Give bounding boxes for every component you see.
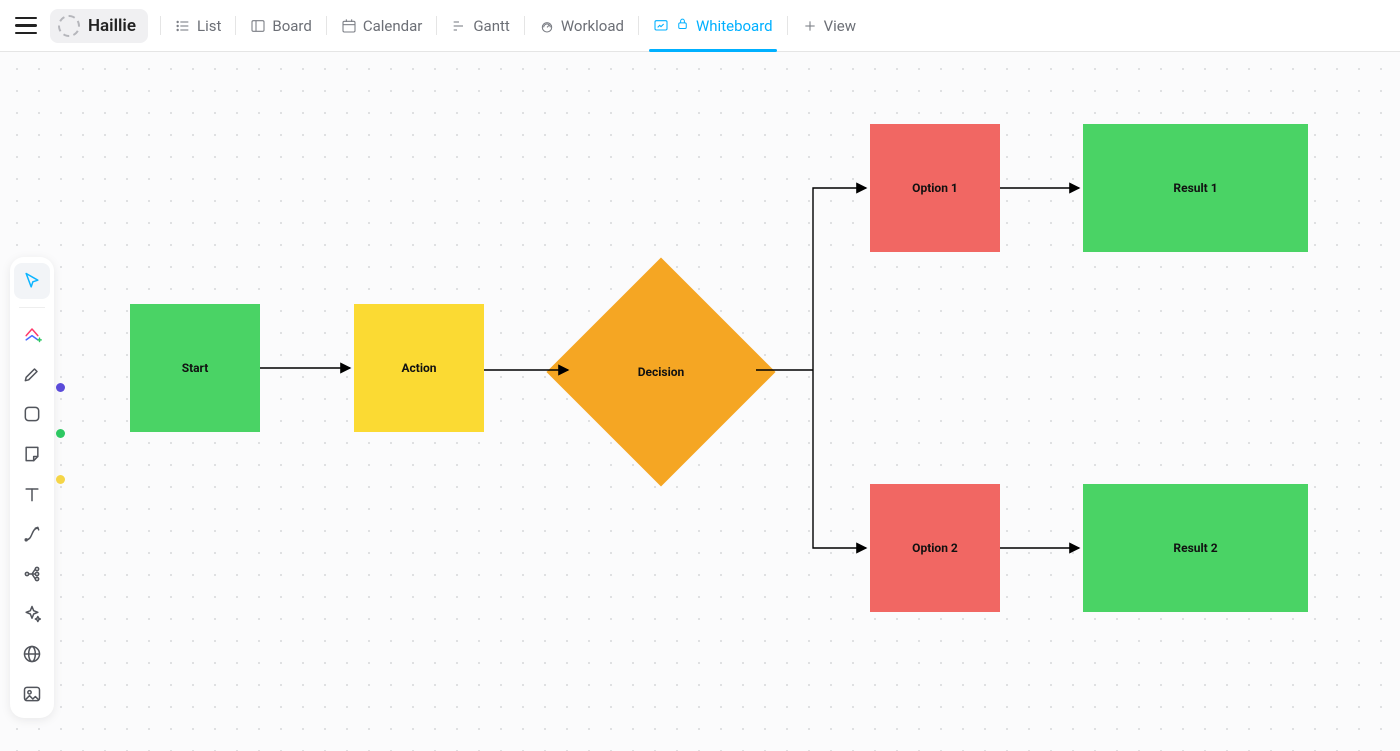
node-label: Result 2	[1173, 541, 1217, 555]
tab-add-view[interactable]: View	[788, 0, 870, 51]
list-icon	[175, 18, 191, 34]
shape-tool[interactable]	[14, 396, 50, 432]
whiteboard-toolbar	[10, 257, 54, 718]
node-option-2[interactable]: Option 2	[870, 484, 1000, 612]
tab-workload[interactable]: Workload	[525, 0, 638, 51]
board-icon	[250, 18, 266, 34]
view-tabs: List Board Calendar Gantt Workload	[160, 0, 870, 51]
node-decision[interactable]: Decision	[566, 277, 756, 467]
node-label: Option 1	[912, 181, 958, 195]
calendar-icon	[341, 18, 357, 34]
clickup-shapes-tool[interactable]	[14, 316, 50, 352]
connector-tool[interactable]	[14, 516, 50, 552]
pointer-icon	[22, 271, 42, 291]
tab-label: Workload	[561, 17, 624, 35]
sparkle-icon	[22, 604, 42, 624]
tab-whiteboard[interactable]: Whiteboard	[639, 0, 787, 51]
lock-icon	[675, 16, 690, 35]
tab-label: List	[197, 17, 221, 35]
tab-label: Gantt	[473, 17, 509, 35]
text-tool[interactable]	[14, 476, 50, 512]
whiteboard-icon	[653, 18, 669, 34]
tab-calendar[interactable]: Calendar	[327, 0, 437, 51]
web-embed-tool[interactable]	[14, 636, 50, 672]
node-option-1[interactable]: Option 1	[870, 124, 1000, 252]
edge-branch-option1	[813, 188, 866, 370]
clickup-icon	[22, 324, 42, 344]
ai-tool[interactable]	[14, 596, 50, 632]
space-avatar-icon	[58, 15, 80, 37]
plus-icon	[802, 18, 818, 34]
image-tool[interactable]	[14, 676, 50, 712]
pen-color-indicator	[56, 383, 65, 392]
shape-icon	[22, 404, 42, 424]
shape-color-indicator	[56, 429, 65, 438]
mindmap-tool[interactable]	[14, 556, 50, 592]
node-label: Decision	[566, 277, 756, 467]
tab-list[interactable]: List	[161, 0, 235, 51]
space-chip[interactable]: Haillie	[50, 9, 148, 43]
sticky-icon	[22, 444, 42, 464]
text-icon	[22, 484, 42, 504]
node-result-1[interactable]: Result 1	[1083, 124, 1308, 252]
pen-icon	[22, 364, 42, 384]
edge-branch-option2	[813, 370, 866, 548]
node-start[interactable]: Start	[130, 304, 260, 432]
whiteboard-canvas[interactable]: Start Action Decision Option 1 Option 2 …	[0, 52, 1400, 751]
top-bar: Haillie List Board Calendar Gantt Worklo…	[0, 0, 1400, 52]
tab-gantt[interactable]: Gantt	[437, 0, 523, 51]
workload-icon	[539, 18, 555, 34]
tab-label: Calendar	[363, 17, 423, 35]
tab-label: View	[824, 17, 856, 35]
menu-toggle-button[interactable]	[12, 12, 40, 40]
connector-icon	[22, 524, 42, 544]
toolbar-separator	[19, 307, 45, 308]
pen-tool[interactable]	[14, 356, 50, 392]
node-action[interactable]: Action	[354, 304, 484, 432]
node-label: Start	[182, 361, 209, 375]
image-icon	[22, 684, 42, 704]
node-label: Action	[401, 361, 436, 375]
node-result-2[interactable]: Result 2	[1083, 484, 1308, 612]
space-name: Haillie	[88, 16, 136, 36]
node-label: Option 2	[912, 541, 958, 555]
globe-icon	[22, 644, 42, 664]
tab-label: Whiteboard	[696, 17, 773, 35]
tab-label: Board	[272, 17, 311, 35]
node-label: Result 1	[1173, 181, 1217, 195]
gantt-icon	[451, 18, 467, 34]
sticky-note-tool[interactable]	[14, 436, 50, 472]
pointer-tool[interactable]	[14, 263, 50, 299]
mindmap-icon	[22, 564, 42, 584]
sticky-color-indicator	[56, 475, 65, 484]
tab-board[interactable]: Board	[236, 0, 325, 51]
